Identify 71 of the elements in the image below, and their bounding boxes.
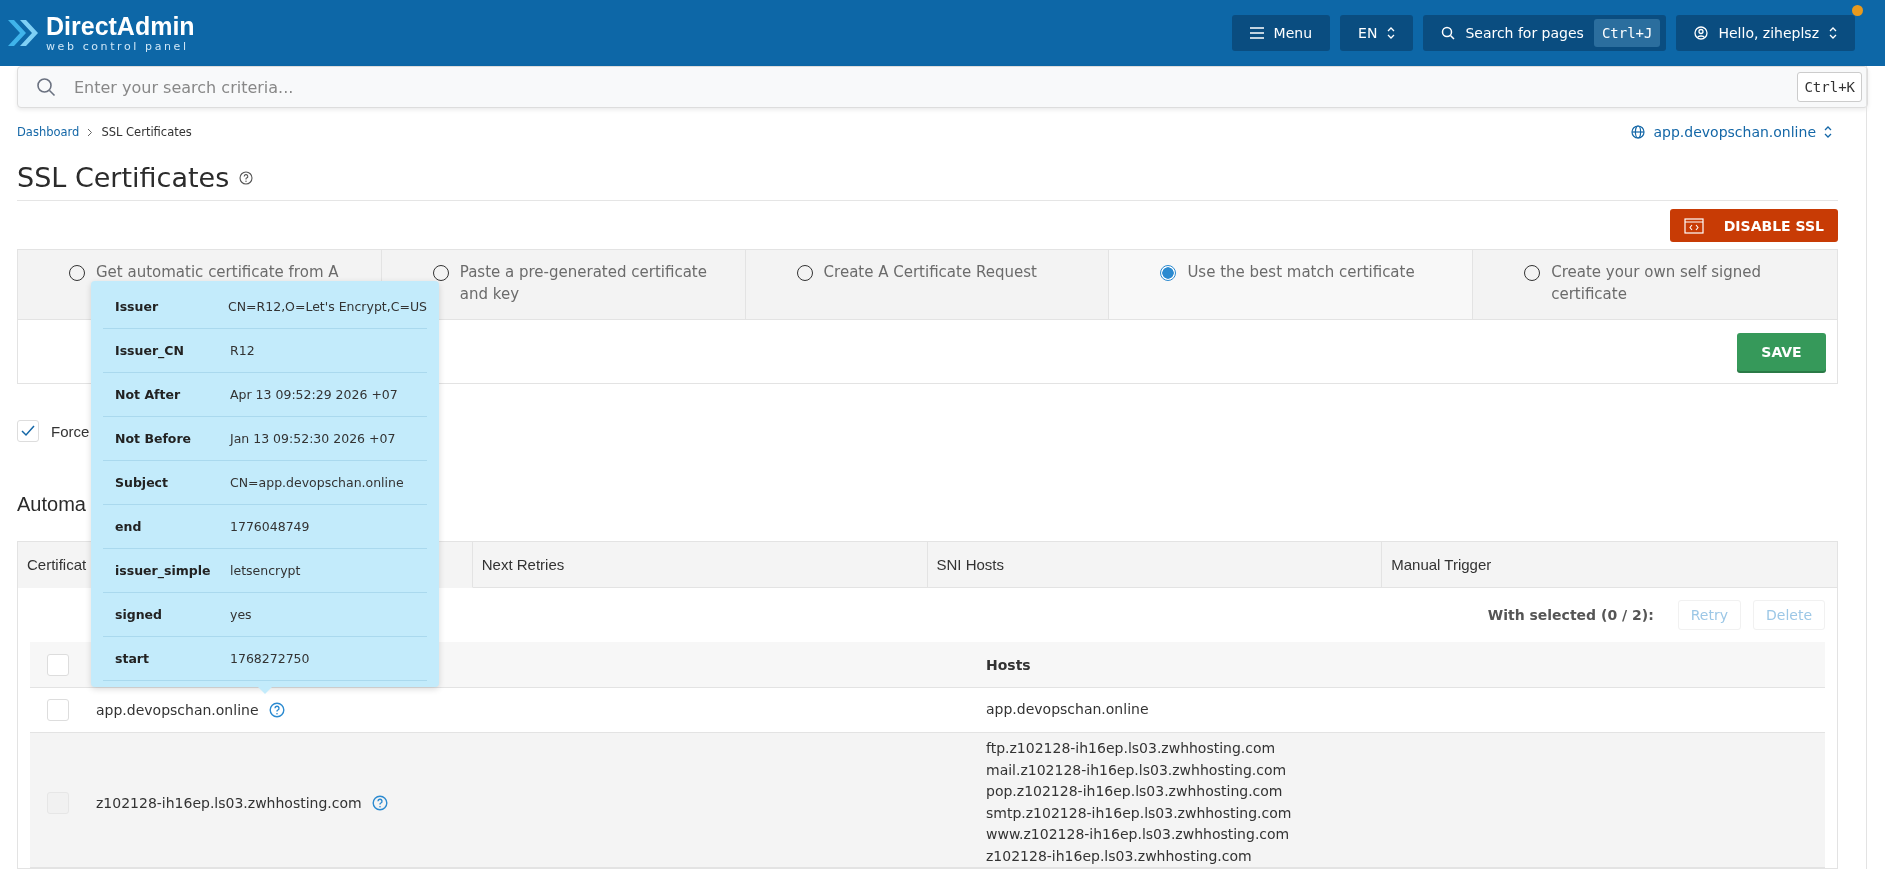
tooltip-value: letsencrypt [230,563,301,578]
section-title: Automa [17,492,86,516]
updown-icon [1387,27,1396,39]
shortcut-key: Ctrl+J [1593,19,1661,47]
checkbox[interactable] [47,699,69,721]
tooltip-value: R12 [230,343,255,358]
tooltip-key: Issuer_CN [103,343,230,358]
table-cell-text: z102128-ih16ep.ls03.zwhhosting.com [986,846,1253,866]
tooltip-key: signed [103,607,230,622]
language-selector[interactable]: EN [1340,15,1414,51]
table-cell: z102128-ih16ep.ls03.zwhhosting.com [96,794,362,811]
tooltip-key: start [103,651,230,666]
breadcrumb-current: SSL Certificates [101,125,192,139]
logo-subtitle: web control panel [46,41,190,52]
menu-button[interactable]: Menu [1231,15,1331,51]
search-input[interactable]: Enter your search criteria... [72,76,1782,98]
globe-icon [1631,125,1646,139]
radio-button[interactable] [1160,265,1177,281]
tab[interactable]: Manual Trigger [1382,542,1837,588]
tooltip-value: Apr 13 09:52:29 2026 +07 [230,387,398,402]
tooltip-value: CN=app.devopschan.online [230,475,404,490]
tab[interactable]: Next Retries [472,542,928,588]
tooltip-value: 1768272750 [230,651,310,666]
table-cell-text: www.z102128-ih16ep.ls03.zwhhosting.com [986,825,1291,844]
user-icon [1694,26,1709,40]
menu-icon [1249,27,1264,39]
domain-selector[interactable]: app.devopschan.online [1631,124,1838,140]
selection-count: With selected (0 / 2): [1487,607,1654,623]
save-button[interactable]: SAVE [1737,332,1826,371]
search-field[interactable]: Enter your search criteria... Ctrl+K [17,66,1868,108]
tooltip-key: Subject [103,475,230,490]
disable-ssl-button[interactable]: DISABLE SSL [1669,209,1838,242]
tooltip-value: yes [230,607,252,622]
help-icon[interactable] [268,702,285,718]
tooltip-key: Not After [103,387,230,402]
checkbox-label: Force [51,422,90,440]
shortcut-key: Ctrl+K [1797,72,1862,102]
breadcrumb-link[interactable]: Dashboard [17,125,80,139]
checkbox[interactable] [47,653,69,676]
search-icon [1441,26,1456,40]
table-cell-text: pop.z102128-ih16ep.ls03.zwhhosting.com [986,782,1284,801]
table-cell-text: mail.z102128-ih16ep.ls03.zwhhosting.com [986,760,1288,780]
updown-icon [1824,126,1832,138]
logo-title: DirectAdmin [46,14,195,39]
check-icon [21,425,35,437]
table-cell-text: ftp.z102128-ih16ep.ls03.zwhhosting.com [986,739,1277,758]
table-cell-text: smtp.z102128-ih16ep.ls03.zwhhosting.com [986,803,1293,823]
page-search-button[interactable]: Search for pages Ctrl+J [1423,15,1667,51]
option-label[interactable]: Use the best match certificate [1187,261,1415,283]
tooltip-value: Jan 13 09:52:30 2026 +07 [230,431,396,446]
page-title: SSL Certificates [17,162,230,193]
tooltip-value: CN=R12,O=Let's Encrypt,C=US [228,299,427,314]
option-label[interactable]: Get automatic certificate from A [96,261,339,283]
checkbox[interactable] [17,420,39,442]
tooltip-key: Not Before [103,431,230,446]
tooltip-key: end [103,519,230,534]
option-label[interactable]: Create A Certificate Request [823,261,1037,283]
help-icon[interactable] [239,170,254,185]
updown-icon [1829,27,1837,39]
user-menu-button[interactable]: Hello, ziheplsz [1676,15,1855,51]
table-cell-text: app.devopschan.online [986,700,1150,720]
tab[interactable]: SNI Hosts [927,542,1383,588]
tooltip-key: issuer_simple [103,563,230,578]
tooltip-key: Issuer [103,299,228,314]
column-header: Hosts [986,657,1031,673]
table-cell: app.devopschan.online [96,702,259,718]
code-window-icon [1683,217,1704,234]
help-icon[interactable] [371,794,388,811]
search-icon [36,77,56,97]
chevron-icon [87,127,94,137]
tooltip-value: 1776048749 [230,519,310,534]
